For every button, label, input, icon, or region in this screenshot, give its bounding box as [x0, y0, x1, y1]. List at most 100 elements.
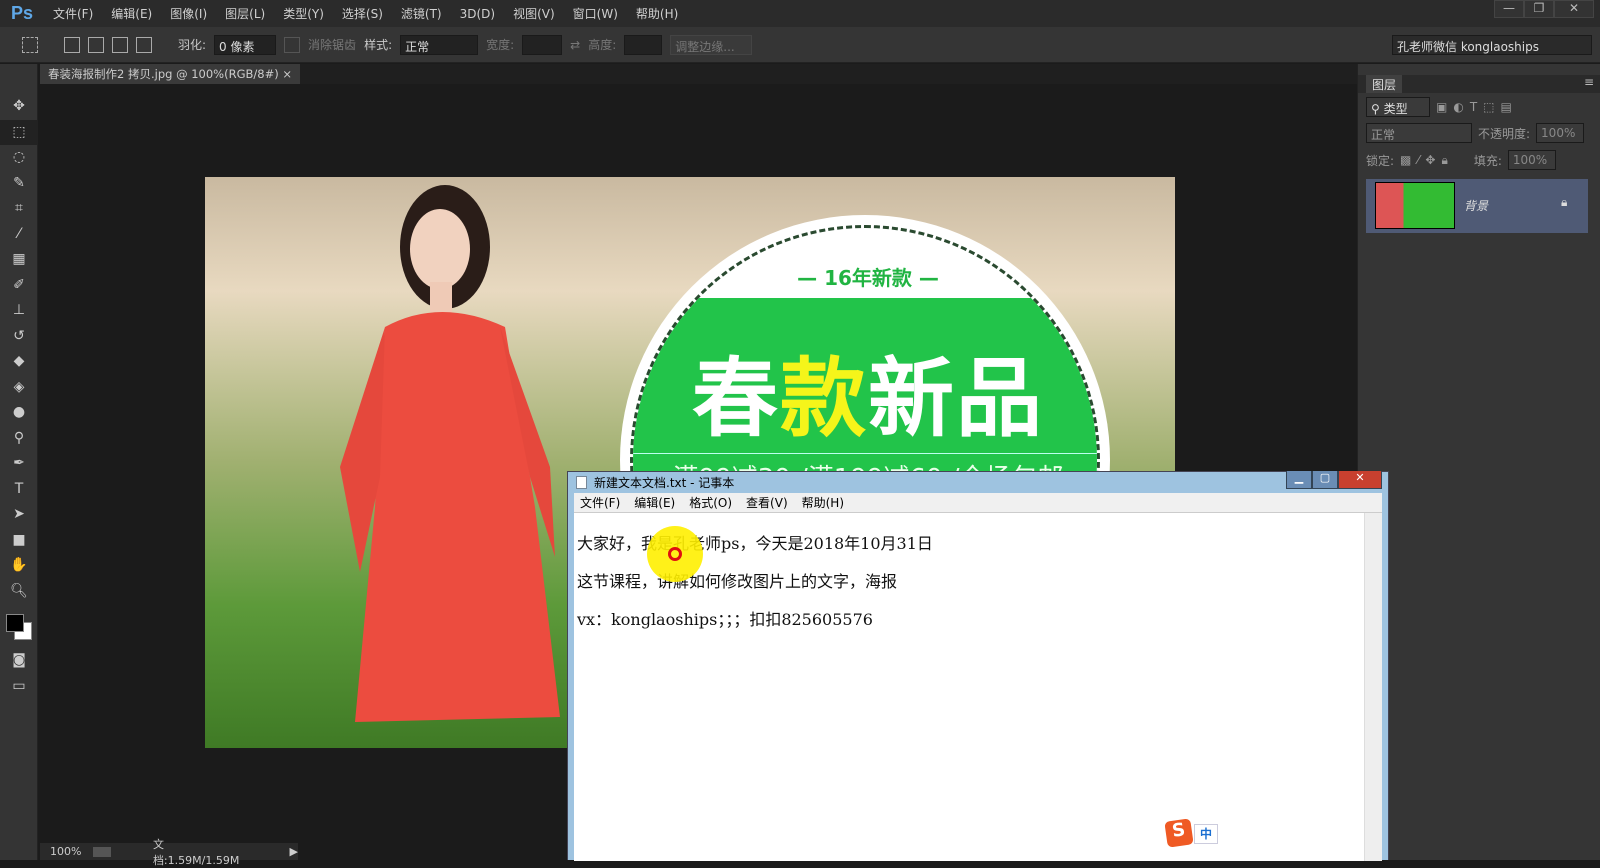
workspace-select[interactable]: 孔老师微信 konglaoships [1392, 34, 1592, 55]
dodge-tool-icon[interactable]: ⚲ [0, 426, 38, 452]
stamp-tool-icon[interactable]: ⊥ [0, 298, 38, 324]
doc-info: 文档:1.59M/1.59M [152, 837, 240, 867]
np-menu-format[interactable]: 格式(O) [689, 494, 732, 511]
eyedropper-tool-icon[interactable]: ⁄ [0, 222, 38, 248]
tab-layers[interactable]: 图层 [1366, 75, 1403, 93]
fill-input[interactable]: 100% [1507, 150, 1556, 170]
shape-tool-icon[interactable]: ■ [0, 528, 38, 554]
color-swatches[interactable] [0, 604, 37, 648]
style-label: 样式: [364, 38, 393, 52]
pen-tool-icon[interactable]: ✒ [0, 451, 38, 477]
np-menu-help[interactable]: 帮助(H) [802, 494, 844, 511]
lock-all-icon[interactable]: 🔒︎ [1441, 153, 1447, 168]
ime-mode[interactable]: 中 [1194, 824, 1218, 844]
refine-edge-button[interactable]: 调整边缘... [670, 34, 753, 55]
quick-mask-icon[interactable]: ◙ [0, 648, 38, 674]
menu-help[interactable]: 帮助(H) [627, 5, 687, 22]
menu-image[interactable]: 图像(I) [161, 5, 216, 22]
status-menu-arrow-icon[interactable]: ▶ [290, 845, 298, 858]
menu-window[interactable]: 窗口(W) [564, 5, 627, 22]
move-tool-icon[interactable]: ✥ [0, 94, 38, 120]
document-tab[interactable]: 春装海报制作2 拷贝.jpg @ 100%(RGB/8#) × [40, 64, 300, 84]
healing-tool-icon[interactable]: ▦ [0, 247, 38, 273]
restore-button[interactable]: ❐ [1524, 0, 1554, 18]
subtract-selection-icon[interactable] [112, 36, 128, 53]
hand-tool-icon[interactable]: ✋ [0, 553, 38, 579]
panel-menu-icon[interactable]: ≡ [1584, 75, 1594, 89]
bucket-tool-icon[interactable]: ◈ [0, 375, 38, 401]
lock-transparent-icon[interactable]: ▩ [1400, 153, 1411, 167]
menu-layer[interactable]: 图层(L) [216, 5, 274, 22]
minimize-button[interactable]: — [1494, 0, 1524, 18]
blend-mode-select[interactable]: 正常 [1366, 123, 1472, 143]
menu-edit[interactable]: 编辑(E) [102, 5, 161, 22]
path-select-icon[interactable]: ➤ [0, 502, 38, 528]
menu-bar: Ps 文件(F) 编辑(E) 图像(I) 图层(L) 类型(Y) 选择(S) 滤… [0, 0, 1600, 27]
menu-type[interactable]: 类型(Y) [274, 5, 333, 22]
notepad-icon [576, 476, 587, 489]
screen-mode-icon[interactable]: ▭ [0, 674, 38, 700]
menu-filter[interactable]: 滤镜(T) [392, 5, 451, 22]
cursor-highlight [647, 526, 703, 582]
layer-name[interactable]: 背景 [1464, 197, 1488, 214]
swap-icon[interactable]: ⇄ [570, 38, 580, 52]
menu-select[interactable]: 选择(S) [333, 5, 392, 22]
np-menu-view[interactable]: 查看(V) [746, 494, 788, 511]
filter-shape-icon[interactable]: ⬚ [1483, 100, 1494, 114]
brush-tool-icon[interactable]: ✐ [0, 273, 38, 299]
antialias-label: 消除锯齿 [308, 38, 357, 52]
layer-row-background[interactable]: 背景 🔒︎ [1366, 179, 1588, 233]
notepad-title: 新建文本文档.txt - 记事本 [594, 476, 735, 490]
layer-filter-select[interactable]: ⚲ 类型 [1366, 97, 1430, 117]
new-selection-icon[interactable] [64, 36, 80, 53]
height-input[interactable] [624, 34, 663, 55]
document-tabs: 春装海报制作2 拷贝.jpg @ 100%(RGB/8#) × [40, 64, 1358, 84]
filter-adjust-icon[interactable]: ◐ [1453, 100, 1463, 114]
feather-input[interactable]: 0 像素 [214, 34, 277, 55]
add-selection-icon[interactable] [88, 36, 104, 53]
lock-paint-icon[interactable]: ⁄ [1417, 153, 1419, 167]
lock-label: 锁定: [1366, 153, 1395, 168]
antialias-checkbox[interactable] [284, 36, 301, 53]
notepad-scrollbar[interactable] [1364, 513, 1382, 861]
layer-thumbnail [1375, 182, 1455, 229]
style-select[interactable]: 正常 [400, 34, 479, 55]
close-button[interactable]: ✕ [1554, 0, 1594, 18]
opacity-input[interactable]: 100% [1536, 123, 1585, 143]
notepad-titlebar[interactable]: 新建文本文档.txt - 记事本 [568, 472, 1388, 493]
notepad-menubar: 文件(F) 编辑(E) 格式(O) 查看(V) 帮助(H) [574, 493, 1382, 513]
notepad-minimize-button[interactable]: ▁ [1286, 471, 1312, 489]
crop-tool-icon[interactable]: ⌗ [0, 196, 38, 222]
marquee-tool-icon[interactable]: ⬚ [0, 119, 38, 145]
history-brush-icon[interactable]: ↺ [0, 324, 38, 350]
eraser-tool-icon[interactable]: ◆ [0, 349, 38, 375]
opacity-label: 不透明度: [1478, 126, 1531, 141]
toolbar: ✥ ⬚ ◌ ✎ ⌗ ⁄ ▦ ✐ ⊥ ↺ ◆ ◈ ● ⚲ ✒ T ➤ ■ ✋ 🔍︎… [0, 64, 38, 860]
menu-3d[interactable]: 3D(D) [451, 7, 504, 21]
type-tool-icon[interactable]: T [0, 477, 38, 503]
woman-figure [340, 185, 560, 722]
notepad-maximize-button[interactable]: ▢ [1312, 471, 1338, 489]
quick-select-tool-icon[interactable]: ✎ [0, 171, 38, 197]
lasso-tool-icon[interactable]: ◌ [0, 145, 38, 171]
marquee-tool-icon[interactable] [22, 36, 38, 53]
filter-smart-icon[interactable]: ▤ [1501, 100, 1512, 114]
ime-indicator[interactable]: S 中 [1164, 818, 1222, 848]
np-menu-edit[interactable]: 编辑(E) [634, 494, 675, 511]
menu-view[interactable]: 视图(V) [504, 5, 564, 22]
np-menu-file[interactable]: 文件(F) [580, 494, 620, 511]
blur-tool-icon[interactable]: ● [0, 400, 38, 426]
close-tab-icon[interactable]: × [282, 67, 292, 81]
notepad-window: 新建文本文档.txt - 记事本 ▁ ▢ ✕ 文件(F) 编辑(E) 格式(O)… [567, 471, 1389, 861]
filter-type-icon[interactable]: T [1470, 100, 1477, 114]
zoom-tool-icon[interactable]: 🔍︎ [0, 579, 38, 605]
width-input[interactable] [522, 34, 563, 55]
zoom-level[interactable]: 100% [50, 845, 81, 858]
menu-file[interactable]: 文件(F) [44, 5, 102, 22]
text-line: vx：konglaoships；；；扣扣825605576 [577, 610, 873, 629]
intersect-selection-icon[interactable] [136, 36, 152, 53]
sogou-logo-icon: S [1164, 818, 1194, 848]
notepad-close-button[interactable]: ✕ [1338, 471, 1382, 489]
filter-image-icon[interactable]: ▣ [1436, 100, 1447, 114]
lock-move-icon[interactable]: ✥ [1425, 153, 1435, 167]
